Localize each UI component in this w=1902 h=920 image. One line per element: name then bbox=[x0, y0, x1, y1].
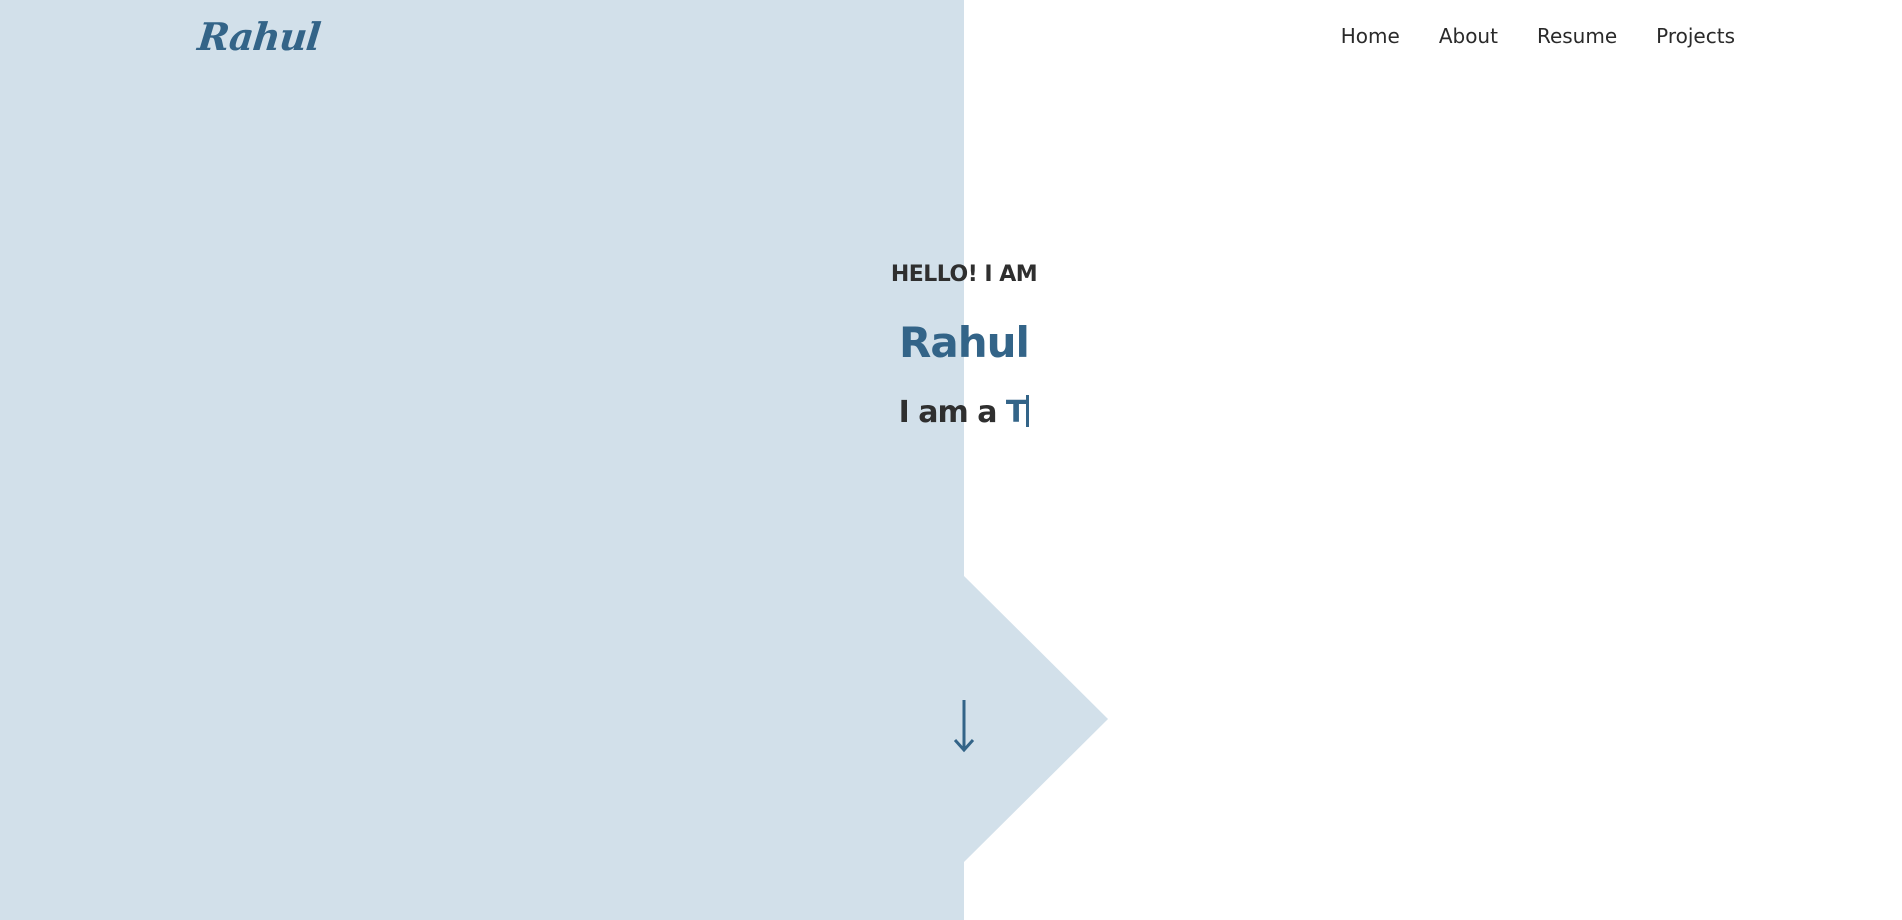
scroll-down-button[interactable] bbox=[946, 698, 982, 754]
nav-home-link[interactable]: Home bbox=[1341, 24, 1400, 48]
hero-background-arrow-shape bbox=[963, 575, 1108, 863]
arrow-down-icon bbox=[953, 700, 975, 753]
nav-resume-link[interactable]: Resume bbox=[1537, 24, 1617, 48]
hero-name: Rahul bbox=[899, 318, 1030, 367]
nav-projects-link[interactable]: Projects bbox=[1656, 24, 1735, 48]
site-logo[interactable]: Rahul bbox=[196, 14, 322, 59]
hero-role-prefix: I am a bbox=[898, 395, 1006, 430]
typing-cursor bbox=[1026, 395, 1030, 427]
hero-role-typed-text: T bbox=[1005, 395, 1026, 430]
hero-background-panel bbox=[0, 0, 964, 920]
main-nav: Home About Resume Projects bbox=[1341, 24, 1735, 48]
hero-kicker: HELLO! I AM bbox=[890, 262, 1038, 287]
hero-role: I am a T bbox=[0, 395, 1902, 430]
nav-about-link[interactable]: About bbox=[1439, 24, 1498, 48]
